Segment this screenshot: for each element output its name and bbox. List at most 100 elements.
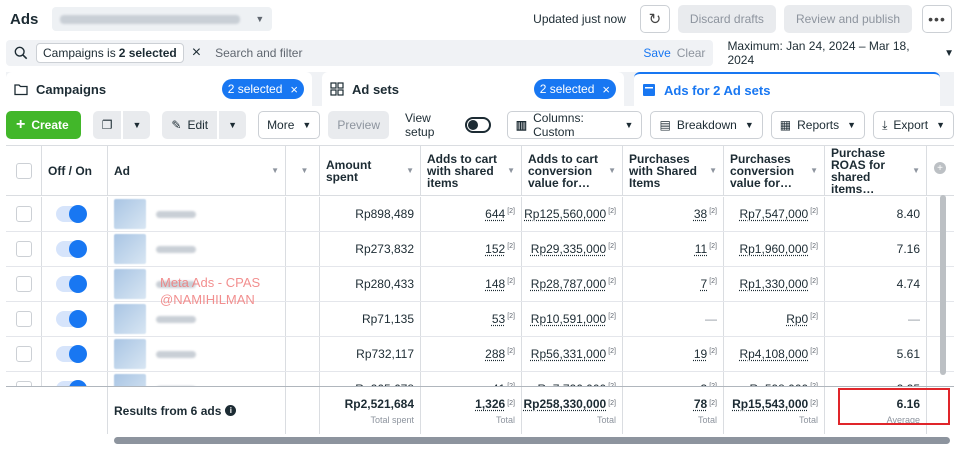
ad-status-toggle[interactable]	[56, 310, 87, 328]
watermark-line-1: Meta Ads - CPAS	[160, 275, 261, 290]
review-publish-button[interactable]: Review and publish	[783, 5, 912, 33]
header-purchase-value[interactable]: Purchases conversion value for… ▼	[724, 146, 825, 195]
tab-campaigns[interactable]: Campaigns 2 selected ×	[6, 72, 312, 106]
ad-status-toggle[interactable]	[56, 240, 87, 258]
clear-filter-link[interactable]: Clear	[677, 46, 706, 60]
row-checkbox[interactable]	[15, 276, 32, 292]
filter-placeholder[interactable]: Search and filter	[215, 46, 643, 60]
metric-value-purchases[interactable]: 11	[695, 242, 707, 256]
filter-chip-campaigns[interactable]: Campaigns is 2 selected	[36, 43, 184, 63]
metric-value-atc[interactable]: 53	[492, 312, 505, 326]
header-label: Purchase ROAS for shared items…	[831, 145, 886, 196]
table-row[interactable]: Rp71,135 53 [2] Rp10,591,000 [2] — Rp0 [2] —	[6, 302, 954, 337]
adsets-selected-badge[interactable]: 2 selected ×	[533, 79, 616, 99]
row-ad-cell[interactable]	[108, 197, 286, 231]
total-atc-value[interactable]: Rp258,330,000	[523, 397, 606, 411]
create-button[interactable]: + Create	[6, 111, 81, 139]
header-hidden-col[interactable]: ▼	[286, 146, 320, 195]
duplicate-button[interactable]: ❐	[92, 111, 122, 139]
header-off-on[interactable]: Off / On	[42, 146, 108, 195]
row-cell-atc_value: Rp28,787,000 [2]	[522, 267, 623, 301]
horizontal-scrollbar[interactable]	[114, 437, 950, 444]
header-purchases[interactable]: Purchases with Shared Items ▼	[623, 146, 724, 195]
more-button[interactable]: More ▼	[258, 111, 321, 139]
duplicate-dropdown-button[interactable]: ▼	[123, 111, 151, 139]
close-icon[interactable]: ×	[290, 82, 298, 97]
attribution-note: [2]	[709, 207, 717, 215]
metric-value-atc[interactable]: 644	[485, 207, 505, 221]
reports-button[interactable]: ▦ Reports ▼	[770, 111, 866, 139]
metric-value-atc[interactable]: 288	[485, 347, 505, 361]
close-icon[interactable]: ×	[192, 44, 201, 62]
ad-name-blurred	[156, 245, 196, 253]
metric-value-purchase_value[interactable]: Rp7,547,000	[739, 207, 808, 221]
ad-status-toggle[interactable]	[56, 205, 87, 223]
table-row[interactable]: Rp898,489 644 [2] Rp125,560,000 [2] 38 [2] Rp7,…	[6, 197, 954, 232]
total-roas-cell: 6.16 Average	[825, 387, 927, 434]
ad-status-toggle[interactable]	[56, 345, 87, 363]
row-ad-cell[interactable]	[108, 337, 286, 371]
totals-row: Results from 6 ads i Rp2,521,684 Total s…	[6, 386, 954, 434]
row-cell-purchases: 7 [2]	[623, 267, 724, 301]
edit-button[interactable]: ✎ Edit	[162, 111, 218, 139]
columns-button[interactable]: ▥ Columns: Custom ▼	[506, 111, 643, 139]
metric-value-purchases[interactable]: 38	[694, 207, 707, 221]
header-adds-to-cart[interactable]: Adds to cart with shared items ▼	[421, 146, 522, 195]
preview-button[interactable]: Preview	[328, 111, 390, 139]
metric-value-atc[interactable]: 148	[485, 277, 505, 291]
date-range-picker[interactable]: Maximum: Jan 24, 2024 – Mar 18, 2024 ▼	[727, 39, 954, 67]
export-label: Export	[893, 118, 929, 132]
export-button[interactable]: ⤓ Export ▼	[873, 111, 954, 139]
view-setup-toggle[interactable]: View setup	[405, 111, 491, 139]
header-atc-value[interactable]: Adds to cart conversion value for… ▼	[522, 146, 623, 195]
discard-drafts-button[interactable]: Discard drafts	[677, 5, 776, 33]
table-row[interactable]: Rp732,117 288 [2] Rp56,331,000 [2] 19 [2] Rp4,1…	[6, 337, 954, 372]
row-checkbox[interactable]	[15, 206, 32, 222]
total-atc[interactable]: 1,326	[475, 397, 505, 411]
breakdown-button[interactable]: ▤ Breakdown ▼	[650, 111, 763, 139]
metric-value-purchase_value[interactable]: Rp0	[786, 312, 808, 326]
metric-value-atc_value[interactable]: Rp29,335,000	[531, 242, 606, 256]
campaigns-selected-badge[interactable]: 2 selected ×	[221, 79, 304, 99]
metric-value-purchase_value[interactable]: Rp1,330,000	[739, 277, 808, 291]
view-setup-switch[interactable]	[465, 117, 491, 133]
header-purchase-roas[interactable]: Purchase ROAS for shared items… ▼	[825, 146, 927, 195]
metric-value-purchases[interactable]: 7	[701, 277, 708, 291]
edit-dropdown-button[interactable]: ▼	[219, 111, 247, 139]
chevron-down-icon: ▼	[228, 120, 238, 130]
table-row[interactable]: Rp280,433 148 [2] Rp28,787,000 [2] 7 [2] Rp1,33…	[6, 267, 954, 302]
metric-value-atc_value[interactable]: Rp125,560,000	[524, 207, 606, 221]
attribution-note: [2]	[608, 242, 616, 250]
metric-value-atc[interactable]: 152	[485, 242, 505, 256]
total-purchases[interactable]: 78	[694, 397, 707, 411]
total-purchase-value[interactable]: Rp15,543,000	[732, 397, 808, 411]
select-all-checkbox[interactable]	[15, 162, 32, 179]
close-icon[interactable]: ×	[602, 82, 610, 97]
metric-value-atc_value[interactable]: Rp56,331,000	[531, 347, 606, 361]
metric-value-atc_value[interactable]: Rp10,591,000	[531, 312, 606, 326]
search-filter-input[interactable]: Campaigns is 2 selected × Search and fil…	[6, 40, 714, 66]
chevron-down-icon: ▼	[847, 120, 857, 130]
header-ad[interactable]: Ad ▼	[108, 146, 286, 195]
more-options-button[interactable]: •••	[922, 5, 952, 33]
more-label: More	[267, 118, 295, 132]
account-selector[interactable]: ▼	[52, 7, 273, 31]
vertical-scrollbar[interactable]	[940, 195, 946, 375]
refresh-button[interactable]: ↻	[639, 5, 670, 33]
tab-ad-sets[interactable]: Ad sets 2 selected ×	[322, 72, 624, 106]
info-icon[interactable]: i	[225, 405, 237, 416]
metric-value-purchase_value[interactable]: Rp4,108,000	[739, 347, 808, 361]
row-checkbox[interactable]	[15, 346, 32, 362]
header-amount-spent[interactable]: Amount spent ▼	[320, 146, 421, 195]
metric-value-atc_value[interactable]: Rp28,787,000	[531, 277, 606, 291]
add-column-icon[interactable]: +	[934, 162, 946, 174]
row-checkbox[interactable]	[15, 311, 32, 327]
save-filter-link[interactable]: Save	[643, 46, 670, 60]
metric-value-purchase_value[interactable]: Rp1,960,000	[739, 242, 808, 256]
tab-ads[interactable]: Ads for 2 Ad sets	[634, 72, 940, 106]
row-checkbox[interactable]	[15, 241, 32, 257]
table-row[interactable]: Rp273,832 152 [2] Rp29,335,000 [2] 11 [2] Rp1,9…	[6, 232, 954, 267]
metric-value-purchases[interactable]: 19	[694, 347, 707, 361]
ad-status-toggle[interactable]	[56, 275, 87, 293]
row-ad-cell[interactable]	[108, 232, 286, 266]
